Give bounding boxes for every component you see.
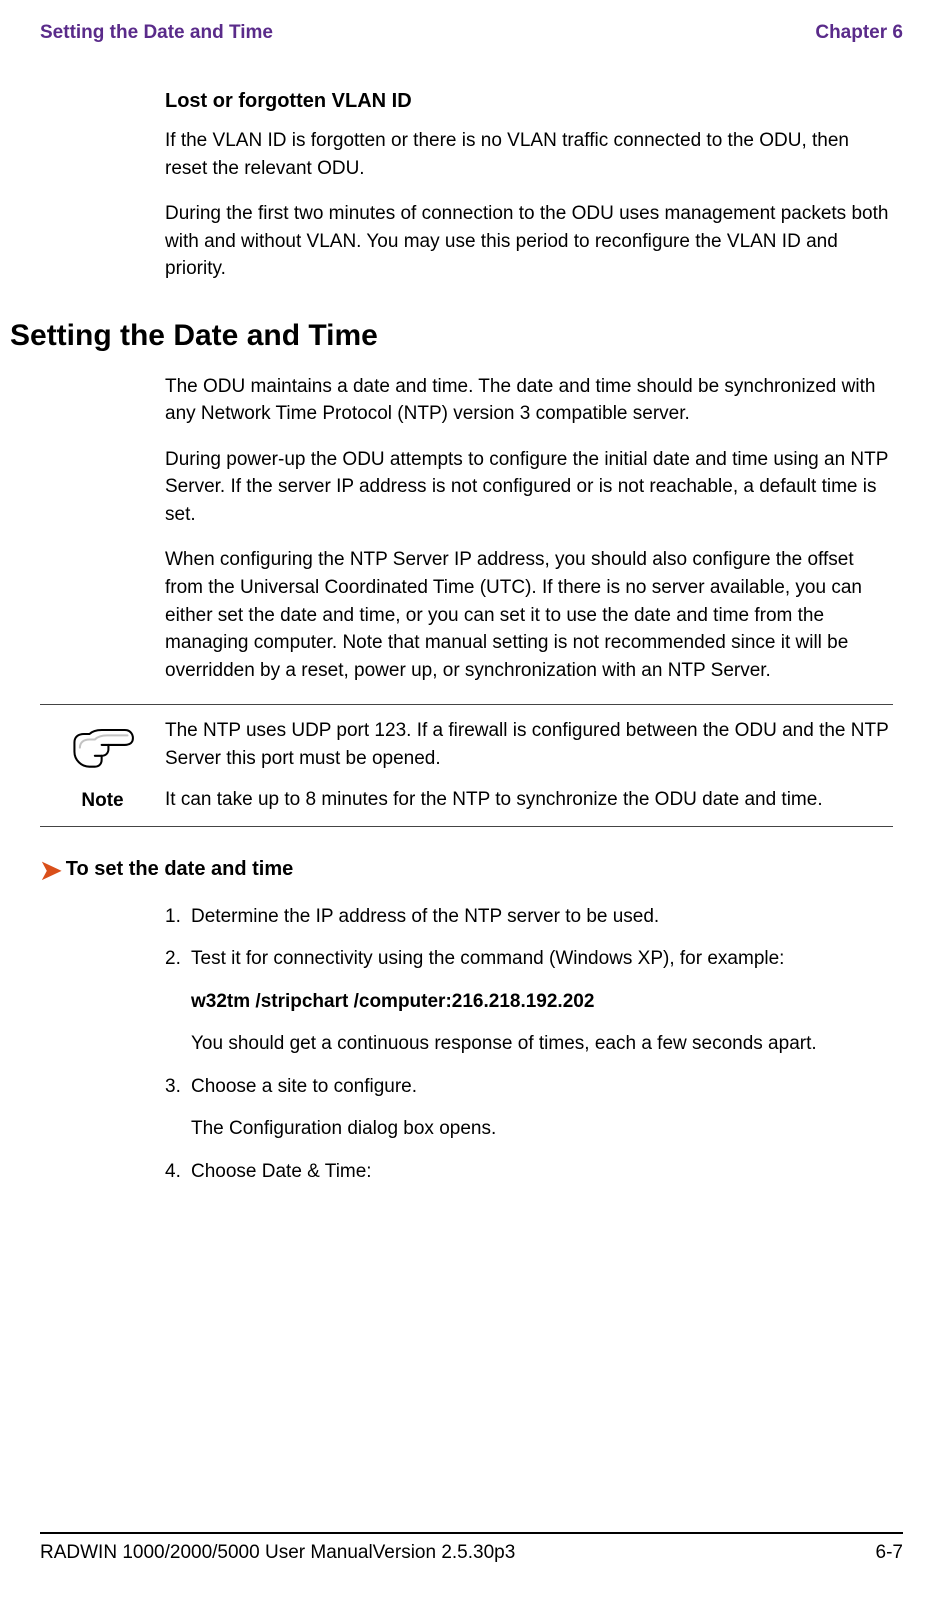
datetime-p1: The ODU maintains a date and time. The d…: [165, 373, 893, 428]
step-3-number: 3.: [165, 1073, 191, 1102]
page-footer: RADWIN 1000/2000/5000 User ManualVersion…: [40, 1532, 903, 1564]
step-4: 4. Choose Date & Time:: [165, 1158, 893, 1187]
step-2-text: Test it for connectivity using the comma…: [191, 945, 893, 974]
datetime-p3: When configuring the NTP Server IP addre…: [165, 546, 893, 684]
chevron-right-icon: ➤: [40, 857, 62, 883]
content-column: Lost or forgotten VLAN ID If the VLAN ID…: [165, 90, 893, 1186]
pointing-hand-icon: [69, 721, 137, 782]
setting-date-time-heading: Setting the Date and Time: [10, 319, 893, 353]
procedure-heading: ➤ To set the date and time: [40, 857, 893, 883]
note-p1: The NTP uses UDP port 123. If a firewall…: [165, 717, 893, 772]
step-3-text: Choose a site to configure.: [191, 1073, 893, 1102]
step-2-result: You should get a continuous response of …: [191, 1030, 893, 1059]
footer-row: RADWIN 1000/2000/5000 User ManualVersion…: [40, 1542, 903, 1564]
note-label: Note: [81, 790, 123, 812]
step-4-number: 4.: [165, 1158, 191, 1187]
step-2-command: w32tm /stripchart /computer:216.218.192.…: [191, 988, 893, 1017]
step-2-number: 2.: [165, 945, 191, 974]
running-head-right: Chapter 6: [815, 22, 903, 44]
footer-left: RADWIN 1000/2000/5000 User ManualVersion…: [40, 1542, 515, 1564]
step-1: 1. Determine the IP address of the NTP s…: [165, 903, 893, 932]
datetime-p2: During power-up the ODU attempts to conf…: [165, 446, 893, 529]
step-1-number: 1.: [165, 903, 191, 932]
step-1-text: Determine the IP address of the NTP serv…: [191, 903, 893, 932]
step-2: 2. Test it for connectivity using the co…: [165, 945, 893, 974]
note-text: The NTP uses UDP port 123. If a firewall…: [165, 717, 893, 814]
lost-vlan-heading: Lost or forgotten VLAN ID: [165, 90, 893, 113]
step-3-result: The Configuration dialog box opens.: [191, 1115, 893, 1144]
footer-rule: [40, 1532, 903, 1534]
footer-page-number: 6-7: [876, 1542, 903, 1564]
procedure-title: To set the date and time: [66, 858, 293, 881]
page: Setting the Date and Time Chapter 6 Lost…: [0, 0, 943, 1604]
step-3: 3. Choose a site to configure.: [165, 1073, 893, 1102]
running-head-left: Setting the Date and Time: [40, 22, 273, 44]
lost-vlan-p2: During the first two minutes of connecti…: [165, 200, 893, 283]
step-4-text: Choose Date & Time:: [191, 1158, 893, 1187]
note-block: Note The NTP uses UDP port 123. If a fir…: [40, 704, 893, 827]
lost-vlan-p1: If the VLAN ID is forgotten or there is …: [165, 127, 893, 182]
page-header: Setting the Date and Time Chapter 6: [40, 22, 903, 44]
note-p2: It can take up to 8 minutes for the NTP …: [165, 786, 893, 814]
note-gutter: Note: [40, 717, 165, 812]
